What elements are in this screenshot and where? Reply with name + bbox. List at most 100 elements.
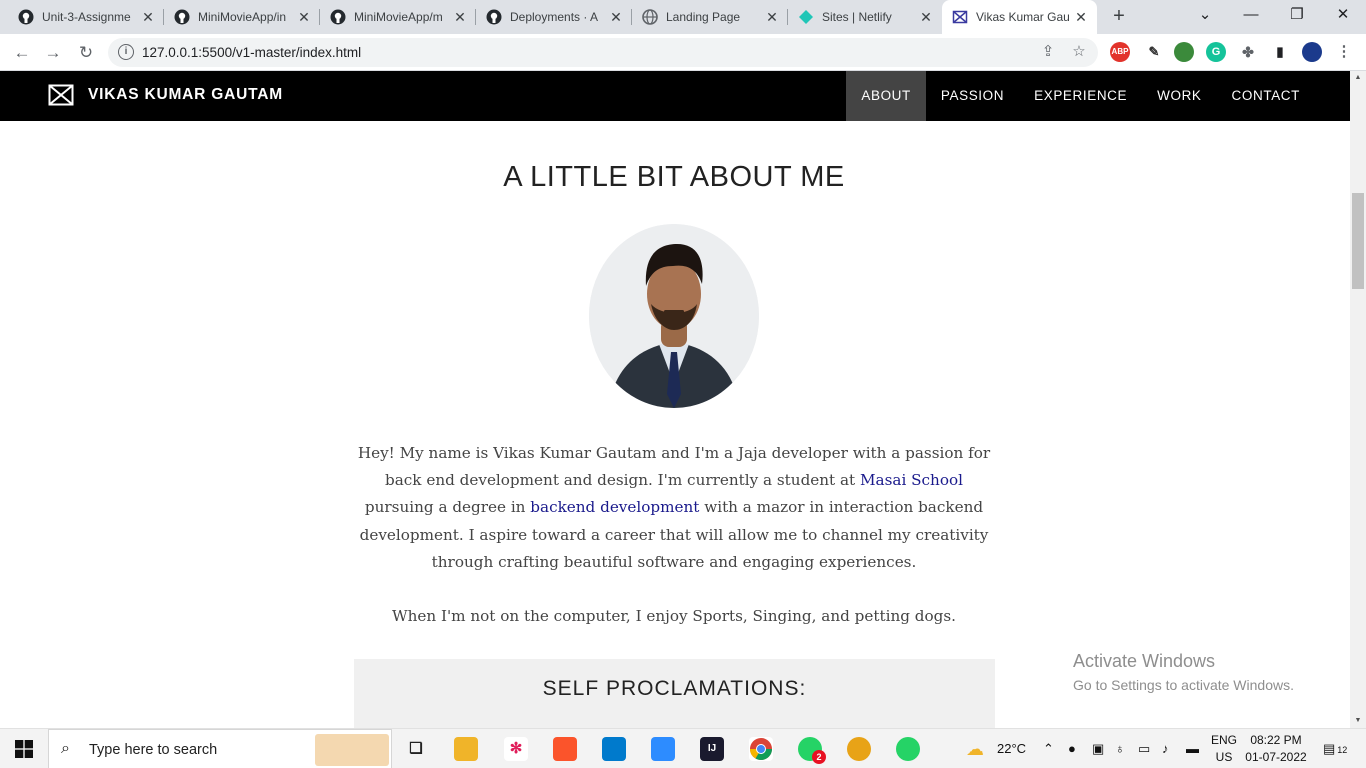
weather-temperature[interactable]: 22°C [997,729,1026,768]
whatsapp-business-icon[interactable]: 2 [798,737,826,764]
browser-tab-strip: Unit-3-Assignme ✕ MiniMovieApp/in ✕ Mini… [0,0,1366,34]
nav-link-contact[interactable]: CONTACT [1217,71,1315,121]
grammarly-icon[interactable]: G [1206,42,1226,62]
url-text[interactable]: 127.0.0.1:5500/v1-master/index.html [142,38,361,67]
globe-extension-icon[interactable] [1174,42,1194,62]
close-tab-icon[interactable]: ✕ [1073,9,1089,25]
browser-tab-active[interactable]: Vikas Kumar Gau ✕ [942,0,1097,34]
pen-extension-icon[interactable]: ✎ [1144,42,1164,62]
address-bar[interactable]: i 127.0.0.1:5500/v1-master/index.html ⇪ … [108,38,1098,67]
chrome-taskbar-icon[interactable] [749,737,773,761]
browser-toolbar: ← → ↻ i 127.0.0.1:5500/v1-master/index.h… [0,34,1366,71]
new-tab-button[interactable]: + [1106,5,1132,29]
tab-search-chevron-icon[interactable]: ⌄ [1182,0,1228,30]
language-code: ENG [1211,733,1238,747]
site-info-icon[interactable]: i [118,44,134,60]
search-icon: ⌕ [61,740,70,757]
nav-link-experience[interactable]: EXPERIENCE [1019,71,1142,121]
browser-tab[interactable]: MiniMovieApp/in ✕ [164,0,320,34]
file-explorer-icon[interactable] [454,737,478,761]
page-scrollbar[interactable]: ▲ ▼ [1350,71,1366,728]
scrollbar-thumb[interactable] [1352,193,1364,289]
zoom-icon[interactable] [651,737,675,761]
back-arrow-icon[interactable]: ← [9,40,35,66]
start-button[interactable] [0,729,48,768]
tray-app-icon[interactable]: ● [1068,729,1076,768]
weather-icon[interactable]: ☁ [966,729,984,768]
hobbies-paragraph: When I'm not on the computer, I enjoy Sp… [391,607,956,625]
netlify-icon [798,9,814,25]
bookmark-star-icon[interactable]: ☆ [1069,42,1089,62]
tab-title: Sites | Netlify [822,10,892,24]
nav-link-passion[interactable]: PASSION [926,71,1019,121]
close-tab-icon[interactable]: ✕ [140,9,156,25]
region-code: US [1215,750,1233,764]
minimize-button[interactable]: — [1228,0,1274,30]
eye-app-icon[interactable] [847,737,871,761]
whatsapp-icon[interactable] [896,737,920,761]
github-icon [18,9,34,25]
chrome-menu-icon[interactable]: ⋮ [1334,42,1354,62]
activate-windows-watermark: Activate Windows Go to Settings to activ… [1073,651,1294,693]
close-tab-icon[interactable]: ✕ [452,9,468,25]
close-tab-icon[interactable]: ✕ [608,9,624,25]
search-placeholder: Type here to search [89,742,218,758]
usb-device-icon[interactable]: ▣ [1092,729,1104,768]
scroll-up-arrow-icon[interactable]: ▲ [1350,71,1366,85]
bowtie-logo-icon [952,9,968,25]
browser-tab[interactable]: Sites | Netlify ✕ [788,0,942,34]
github-icon [330,9,346,25]
vscode-icon[interactable] [602,737,626,761]
scroll-down-arrow-icon[interactable]: ▼ [1350,714,1366,728]
bio-paragraph: Hey! My name is Vikas Kumar Gautam and I… [352,440,996,576]
adblock-plus-icon[interactable]: ABP [1110,42,1130,62]
taskbar-search-box[interactable]: ⌕ Type here to search [48,729,392,768]
tab-title: Landing Page [666,10,741,24]
close-tab-icon[interactable]: ✕ [296,9,312,25]
notification-count: 12 [1337,745,1348,755]
browser-tab[interactable]: MiniMovieApp/m ✕ [320,0,476,34]
slack-icon[interactable]: ✻ [504,737,528,761]
tab-title: Deployments · A [510,10,599,24]
self-proclamations-title: SELF PROCLAMATIONS: [542,677,807,700]
close-window-button[interactable]: ✕ [1320,0,1366,30]
volume-icon[interactable]: ♪ [1162,729,1169,768]
browser-tab[interactable]: Deployments · A ✕ [476,0,632,34]
intellij-icon[interactable]: IJ [700,737,724,761]
maximize-button[interactable]: ❐ [1274,0,1320,30]
battery-icon[interactable]: ▬ [1186,729,1199,768]
brand[interactable]: VIKAS KUMAR GAUTAM [48,84,283,106]
tab-title: Vikas Kumar Gau [976,10,1070,24]
profile-avatar[interactable] [1302,42,1322,62]
page-viewport: VIKAS KUMAR GAUTAM ABOUT PASSION EXPERIE… [0,71,1350,728]
clock-time: 08:22 PM [1250,733,1302,747]
system-clock[interactable]: 08:22 PM 01-07-2022 [1245,732,1307,766]
browser-tab[interactable]: Landing Page ✕ [632,0,788,34]
share-icon[interactable]: ⇪ [1038,42,1058,62]
side-panel-icon[interactable]: ▮ [1270,42,1290,62]
task-view-icon[interactable]: ❏ [404,737,428,761]
about-title: A LITTLE BIT ABOUT ME [503,161,845,193]
close-tab-icon[interactable]: ✕ [918,9,934,25]
nav-link-work[interactable]: WORK [1142,71,1216,121]
browser-tab[interactable]: Unit-3-Assignme ✕ [8,0,164,34]
brave-browser-icon[interactable] [553,737,577,761]
input-language[interactable]: ENG US [1211,732,1237,766]
notification-center-icon[interactable]: ▤ 12 [1323,729,1347,768]
backend-development-link[interactable]: backend development [530,498,699,516]
forward-arrow-icon[interactable]: → [40,40,66,66]
windows-logo-icon [15,740,33,758]
network-icon[interactable]: ▭ [1138,729,1150,768]
extensions-puzzle-icon[interactable]: ✤ [1238,42,1258,62]
tab-title: MiniMovieApp/m [354,10,443,24]
nav-link-about[interactable]: ABOUT [846,71,926,121]
microphone-icon[interactable]: ♁ [1115,729,1125,768]
reload-icon[interactable]: ↻ [73,40,99,66]
tab-title: MiniMovieApp/in [198,10,287,24]
tray-chevron-up-icon[interactable]: ⌃ [1043,729,1054,768]
masai-school-link[interactable]: Masai School [860,471,963,489]
close-tab-icon[interactable]: ✕ [764,9,780,25]
profile-photo [589,224,759,408]
tab-title: Unit-3-Assignme [42,10,131,24]
site-navbar: VIKAS KUMAR GAUTAM ABOUT PASSION EXPERIE… [0,71,1350,121]
